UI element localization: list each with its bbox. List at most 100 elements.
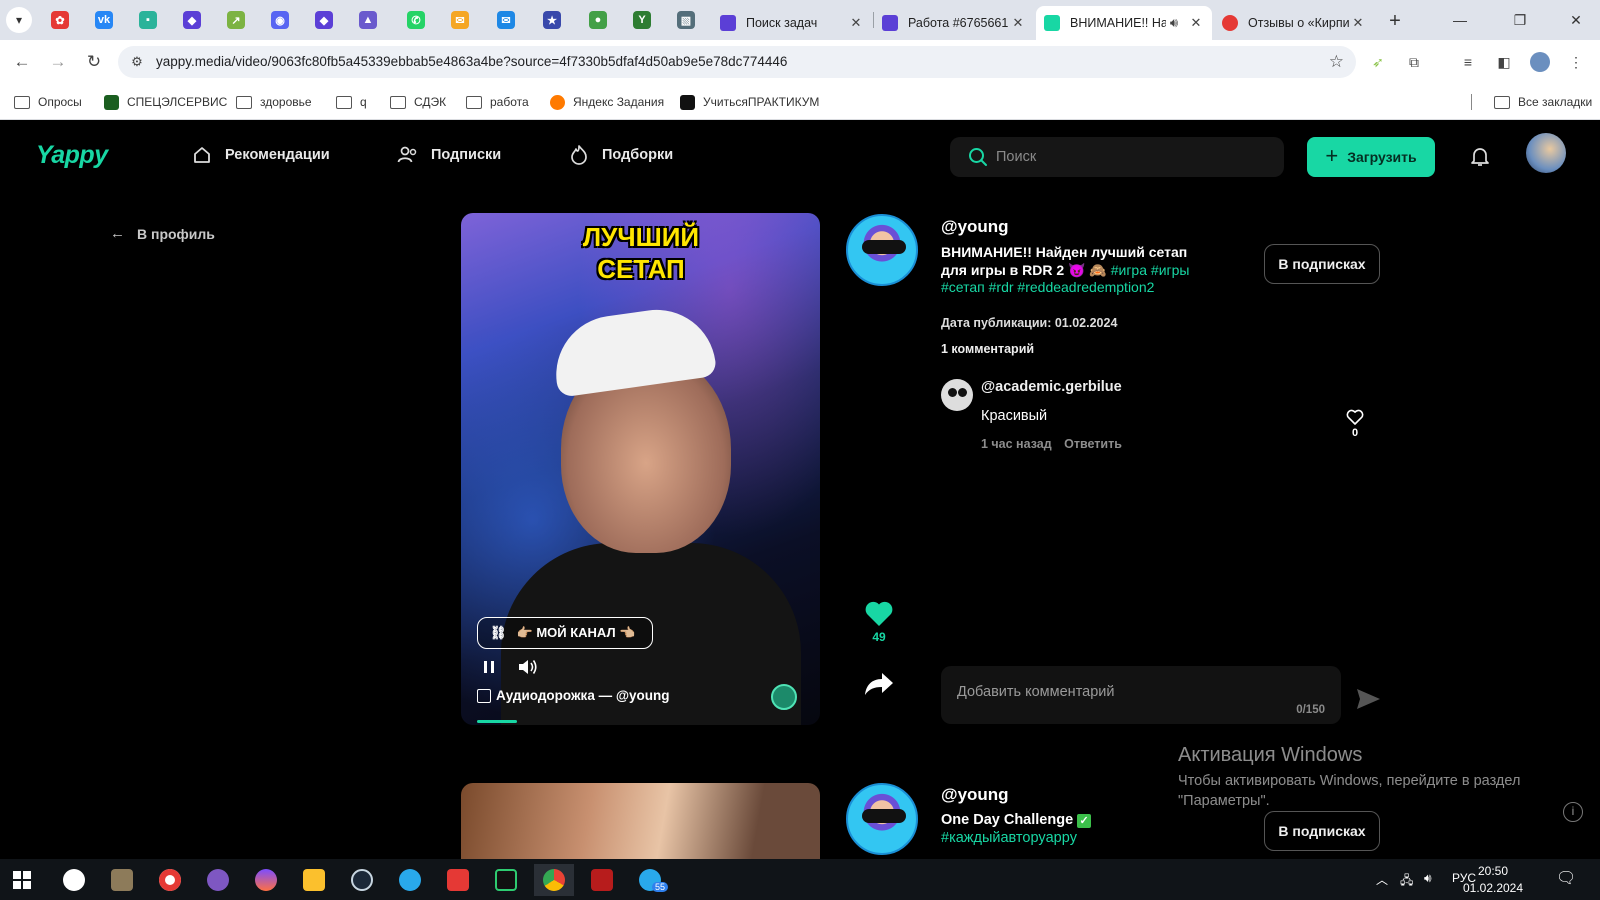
- taskbar-dota[interactable]: [582, 864, 622, 896]
- hashtag[interactable]: #reddeadredemption2: [1017, 279, 1154, 295]
- author-avatar[interactable]: [846, 783, 918, 855]
- taskbar-explorer[interactable]: [294, 864, 334, 896]
- network-icon[interactable]: 🖧︎: [1400, 871, 1413, 892]
- commenter-avatar[interactable]: [941, 379, 973, 411]
- video-player[interactable]: ЛУЧШИЙ СЕТАП ⛓ 👉🏼 МОЙ КАНАЛ 👈🏼 Аудиодоро…: [461, 213, 820, 725]
- author-username[interactable]: @young: [941, 217, 1009, 237]
- taskbar-app[interactable]: [54, 864, 94, 896]
- comment-author[interactable]: @academic.gerbilue: [981, 379, 1122, 395]
- hashtag[interactable]: #игра: [1111, 262, 1147, 278]
- upload-button[interactable]: + Загрузить: [1307, 137, 1435, 177]
- hashtag[interactable]: #сетап: [941, 279, 985, 295]
- system-clock[interactable]: 20:50 01.02.2024: [1460, 863, 1526, 897]
- bookmark-link[interactable]: Яндекс Задания: [550, 93, 664, 111]
- pinned-tab-5[interactable]: ↗: [216, 6, 256, 34]
- like-heart-icon[interactable]: [864, 599, 894, 627]
- bookmark-folder[interactable]: СДЭК: [390, 93, 446, 111]
- taskbar-telegram[interactable]: [390, 864, 430, 896]
- author-username[interactable]: @young: [941, 785, 1009, 805]
- comment-input[interactable]: [957, 682, 1287, 702]
- pinned-tab-7[interactable]: ◆: [304, 6, 344, 34]
- subscribed-button[interactable]: В подписках: [1264, 244, 1380, 284]
- bookmark-folder[interactable]: работа: [466, 93, 529, 111]
- tab-search-tasks[interactable]: Поиск задач ✕: [712, 6, 872, 40]
- reload-icon[interactable]: ↻: [82, 50, 106, 74]
- taskbar-chrome[interactable]: [534, 864, 574, 896]
- start-button[interactable]: [2, 864, 42, 896]
- new-tab-plus-icon[interactable]: +: [1382, 8, 1408, 34]
- pinned-tab-vk[interactable]: vk: [84, 6, 124, 34]
- pinned-tab-8[interactable]: ▲: [348, 6, 388, 34]
- hashtag[interactable]: #каждыйавторуappy: [941, 829, 1091, 847]
- bell-icon[interactable]: [1468, 144, 1492, 168]
- video-player-next[interactable]: [461, 783, 820, 859]
- nav-recommendations[interactable]: Рекомендации: [191, 143, 330, 167]
- author-avatar[interactable]: [846, 214, 918, 286]
- taskbar-telegram-2[interactable]: 55: [630, 864, 670, 896]
- taskbar-app[interactable]: [198, 864, 238, 896]
- comment-heart-icon[interactable]: [1346, 409, 1364, 425]
- audio-author-avatar[interactable]: [771, 684, 797, 710]
- tab-work-order[interactable]: Работа #6765661 ✕: [874, 6, 1034, 40]
- pause-icon[interactable]: [481, 659, 497, 675]
- chrome-menu-icon[interactable]: ⋮: [1566, 52, 1586, 72]
- pinned-tab-star[interactable]: ★: [532, 6, 572, 34]
- user-avatar[interactable]: [1526, 133, 1566, 173]
- taskbar-app[interactable]: [102, 864, 142, 896]
- my-channel-link-button[interactable]: ⛓ 👉🏼 МОЙ КАНАЛ 👈🏼: [477, 617, 653, 649]
- share-arrow-icon[interactable]: [864, 671, 894, 697]
- video-progress-bar[interactable]: [477, 720, 517, 723]
- tab-reviews[interactable]: Отзывы о «Кирпич» ✕: [1214, 6, 1374, 40]
- side-panel-icon[interactable]: ◧: [1494, 52, 1514, 72]
- tab-yappy-active[interactable]: ВНИМАНИЕ!! Найден лучший сетап 🔊︎ ✕: [1036, 6, 1212, 40]
- pinned-tab-1[interactable]: ✿: [40, 6, 80, 34]
- profile-avatar[interactable]: [1530, 52, 1550, 72]
- pinned-tab-image[interactable]: ▧: [666, 6, 706, 34]
- bookmark-folder[interactable]: q: [336, 93, 367, 111]
- volume-icon[interactable]: [517, 658, 539, 676]
- hashtag[interactable]: #игры: [1151, 262, 1190, 278]
- close-icon[interactable]: ✕: [848, 15, 864, 31]
- pinned-tab-mail2[interactable]: ✉: [486, 6, 526, 34]
- tray-chevron-icon[interactable]: ︿: [1376, 871, 1388, 888]
- url-text[interactable]: yappy.media/video/9063fc80fb5a45339ebbab…: [156, 54, 787, 69]
- nav-subscriptions[interactable]: Подписки: [397, 143, 501, 167]
- bookmark-folder[interactable]: Опросы: [14, 93, 82, 111]
- info-icon[interactable]: i: [1563, 802, 1583, 822]
- bookmark-link[interactable]: СПЕЦЭЛСЕРВИС: [104, 93, 227, 111]
- back-to-profile-link[interactable]: ← В профиль: [110, 225, 215, 242]
- search-input[interactable]: [996, 147, 1266, 167]
- pinned-tab-y[interactable]: Y: [622, 6, 662, 34]
- close-icon[interactable]: ✕: [1010, 15, 1026, 31]
- yappy-logo[interactable]: Yappy: [36, 141, 108, 170]
- taskbar-app[interactable]: [246, 864, 286, 896]
- bookmark-star-icon[interactable]: ☆: [1329, 52, 1344, 72]
- back-arrow-icon[interactable]: ←: [10, 50, 34, 74]
- send-icon[interactable]: [1355, 687, 1381, 711]
- taskbar-app[interactable]: [486, 864, 526, 896]
- forward-arrow-icon[interactable]: →: [46, 50, 70, 74]
- pinned-tab-circle[interactable]: ●: [578, 6, 618, 34]
- extension-leaf-icon[interactable]: ➶: [1368, 52, 1388, 72]
- address-bar[interactable]: ⚙ yappy.media/video/9063fc80fb5a45339ebb…: [118, 46, 1356, 78]
- close-icon[interactable]: ✕: [1188, 15, 1204, 31]
- taskbar-steam[interactable]: [342, 864, 382, 896]
- media-control-icon[interactable]: ≡: [1458, 52, 1478, 72]
- subscribed-button[interactable]: В подписках: [1264, 811, 1380, 851]
- tab-search-chevron-icon[interactable]: ▾: [6, 7, 32, 33]
- comment-reply-link[interactable]: Ответить: [1064, 437, 1122, 451]
- audio-track[interactable]: Аудиодорожка — @young: [477, 688, 669, 703]
- close-icon[interactable]: ✕: [1350, 15, 1366, 31]
- hashtag[interactable]: #rdr: [989, 279, 1014, 295]
- minimize-icon[interactable]: —: [1440, 8, 1480, 32]
- pinned-tab-4[interactable]: ◆: [172, 6, 212, 34]
- extensions-puzzle-icon[interactable]: ⧉: [1404, 52, 1424, 72]
- bookmark-link[interactable]: УчитьсяПРАКТИКУМ: [680, 93, 819, 111]
- pinned-tab-mail[interactable]: ✉: [440, 6, 480, 34]
- all-bookmarks[interactable]: Все закладки: [1494, 93, 1592, 111]
- taskbar-app[interactable]: [438, 864, 478, 896]
- taskbar-yandex-browser[interactable]: [150, 864, 190, 896]
- restore-icon[interactable]: ❐: [1500, 8, 1540, 32]
- volume-tray-icon[interactable]: 🔊︎: [1424, 871, 1432, 886]
- site-settings-icon[interactable]: ⚙: [128, 53, 146, 71]
